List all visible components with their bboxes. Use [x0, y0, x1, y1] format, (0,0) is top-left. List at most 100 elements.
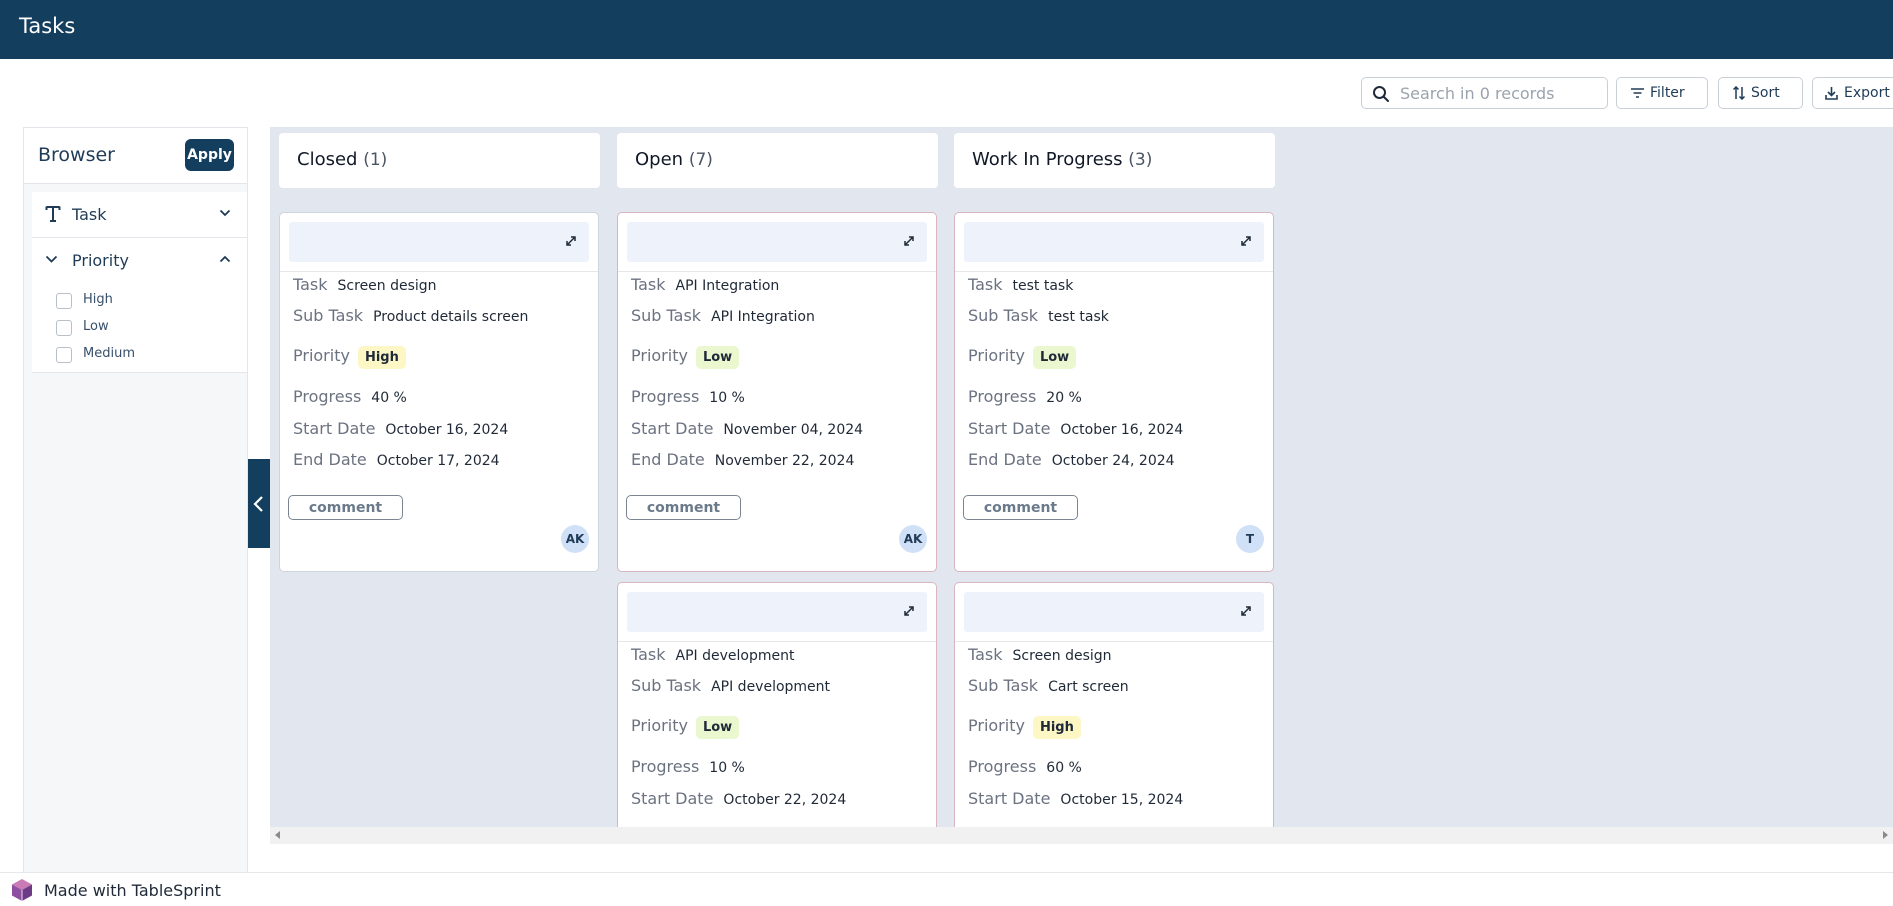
option-label: High [83, 292, 113, 307]
export-label: Export [1844, 85, 1890, 101]
column-title: Work In Progress (3) [972, 149, 1153, 170]
page-title: Tasks [19, 14, 76, 38]
export-button[interactable]: Export [1812, 77, 1893, 109]
chevron-left-icon [253, 496, 263, 512]
field-progress: Progress 60 % [968, 757, 1082, 776]
field-priority: Priority High [968, 716, 1081, 746]
column-title: Open (7) [635, 149, 713, 170]
task-card[interactable]: Task API Integration Sub Task API Integrat… [617, 212, 937, 572]
tablesprint-logo-icon [12, 879, 32, 901]
field-progress: Progress 40 % [293, 387, 407, 406]
sidebar-collapse-toggle[interactable] [248, 459, 270, 548]
column-count: (1) [363, 150, 388, 170]
task-card[interactable]: Task Screen design Sub Task Cart screen Pr… [954, 582, 1274, 842]
text-type-icon [45, 206, 61, 222]
task-card[interactable]: Task API development Sub Task API developm… [617, 582, 937, 842]
field-task: Task API Integration [631, 275, 780, 294]
filter-label: Filter [1650, 85, 1685, 101]
scroll-right-icon[interactable] [1883, 831, 1888, 839]
option-label: Medium [83, 346, 135, 361]
column-header-open: Open (7) [617, 133, 938, 188]
sidebar-header: Browser Apply [24, 128, 247, 184]
apply-button[interactable]: Apply [185, 139, 234, 171]
expand-icon[interactable] [903, 605, 915, 617]
column-title: Closed (1) [297, 149, 388, 170]
card-banner [627, 222, 927, 262]
expand-icon[interactable] [903, 235, 915, 247]
facet-priority-header[interactable]: Priority [32, 238, 247, 284]
field-subtask: Sub Task Cart screen [968, 676, 1129, 695]
task-card[interactable]: Task test task Sub Task test task Priority… [954, 212, 1274, 572]
expand-icon[interactable] [1240, 605, 1252, 617]
horizontal-scrollbar[interactable] [270, 827, 1893, 844]
scroll-left-icon[interactable] [275, 831, 280, 839]
facet-task-label: Task [72, 205, 107, 224]
field-start-date: Start Date October 15, 2024 [968, 789, 1184, 808]
comment-button[interactable]: comment [963, 495, 1078, 520]
avatar[interactable]: AK [561, 525, 589, 553]
avatar[interactable]: T [1236, 525, 1264, 553]
avatar[interactable]: AK [899, 525, 927, 553]
divider [618, 271, 936, 272]
field-priority: Priority Low [631, 346, 740, 376]
field-start-date: Start Date October 16, 2024 [293, 419, 509, 438]
field-progress: Progress 10 % [631, 387, 745, 406]
facet-task-header[interactable]: Task [32, 192, 247, 238]
divider [618, 641, 936, 642]
card-banner [627, 592, 927, 632]
kanban-board: Closed (1) Open (7) Work In Progress (3)… [270, 127, 1893, 842]
priority-badge: High [357, 346, 406, 369]
field-start-date: Start Date November 04, 2024 [631, 419, 864, 438]
checkbox[interactable] [56, 293, 72, 309]
sort-label: Sort [1751, 85, 1780, 101]
field-end-date: End Date November 22, 2024 [631, 450, 855, 469]
field-end-date: End Date October 24, 2024 [968, 450, 1175, 469]
field-task: Task Screen design [968, 645, 1112, 664]
comment-button[interactable]: comment [626, 495, 741, 520]
field-progress: Progress 20 % [968, 387, 1082, 406]
field-task: Task Screen design [293, 275, 437, 294]
search-icon [1373, 86, 1389, 102]
field-subtask: Sub Task Product details screen [293, 306, 529, 325]
search-input[interactable] [1400, 82, 1600, 104]
field-start-date: Start Date October 16, 2024 [968, 419, 1184, 438]
field-task: Task test task [968, 275, 1074, 294]
checkbox[interactable] [56, 320, 72, 336]
facet-task[interactable]: Task [32, 192, 247, 238]
comment-button[interactable]: comment [288, 495, 403, 520]
browser-sidebar: Browser Apply Task Priority High Low Med… [23, 127, 248, 872]
field-subtask: Sub Task API development [631, 676, 831, 695]
priority-badge: High [1032, 716, 1081, 739]
field-task: Task API development [631, 645, 795, 664]
priority-badge: Low [695, 346, 740, 369]
sort-icon [1733, 86, 1745, 100]
column-count: (3) [1128, 150, 1153, 170]
field-subtask: Sub Task test task [968, 306, 1109, 325]
footer-text: Made with TableSprint [44, 881, 221, 900]
search-box[interactable] [1361, 77, 1608, 109]
chevron-down-icon [219, 209, 231, 217]
chevron-down-icon [45, 255, 58, 263]
column-count: (7) [688, 150, 713, 170]
facet-priority-label: Priority [72, 251, 129, 270]
column-header-closed: Closed (1) [279, 133, 600, 188]
divider [955, 271, 1273, 272]
chevron-up-icon [219, 255, 231, 263]
field-subtask: Sub Task API Integration [631, 306, 815, 325]
field-progress: Progress 10 % [631, 757, 745, 776]
task-card[interactable]: Task Screen design Sub Task Product detail… [279, 212, 599, 572]
divider [955, 641, 1273, 642]
divider [280, 271, 598, 272]
checkbox[interactable] [56, 347, 72, 363]
filter-button[interactable]: Filter [1616, 77, 1708, 109]
footer: Made with TableSprint [0, 872, 1893, 906]
column-header-wip: Work In Progress (3) [954, 133, 1275, 188]
app-header: Tasks [0, 0, 1893, 59]
facet-priority: Priority High Low Medium [32, 238, 247, 373]
card-banner [964, 222, 1264, 262]
sort-button[interactable]: Sort [1718, 77, 1803, 109]
filter-icon [1631, 88, 1644, 98]
expand-icon[interactable] [565, 235, 577, 247]
priority-badge: Low [695, 716, 740, 739]
expand-icon[interactable] [1240, 235, 1252, 247]
